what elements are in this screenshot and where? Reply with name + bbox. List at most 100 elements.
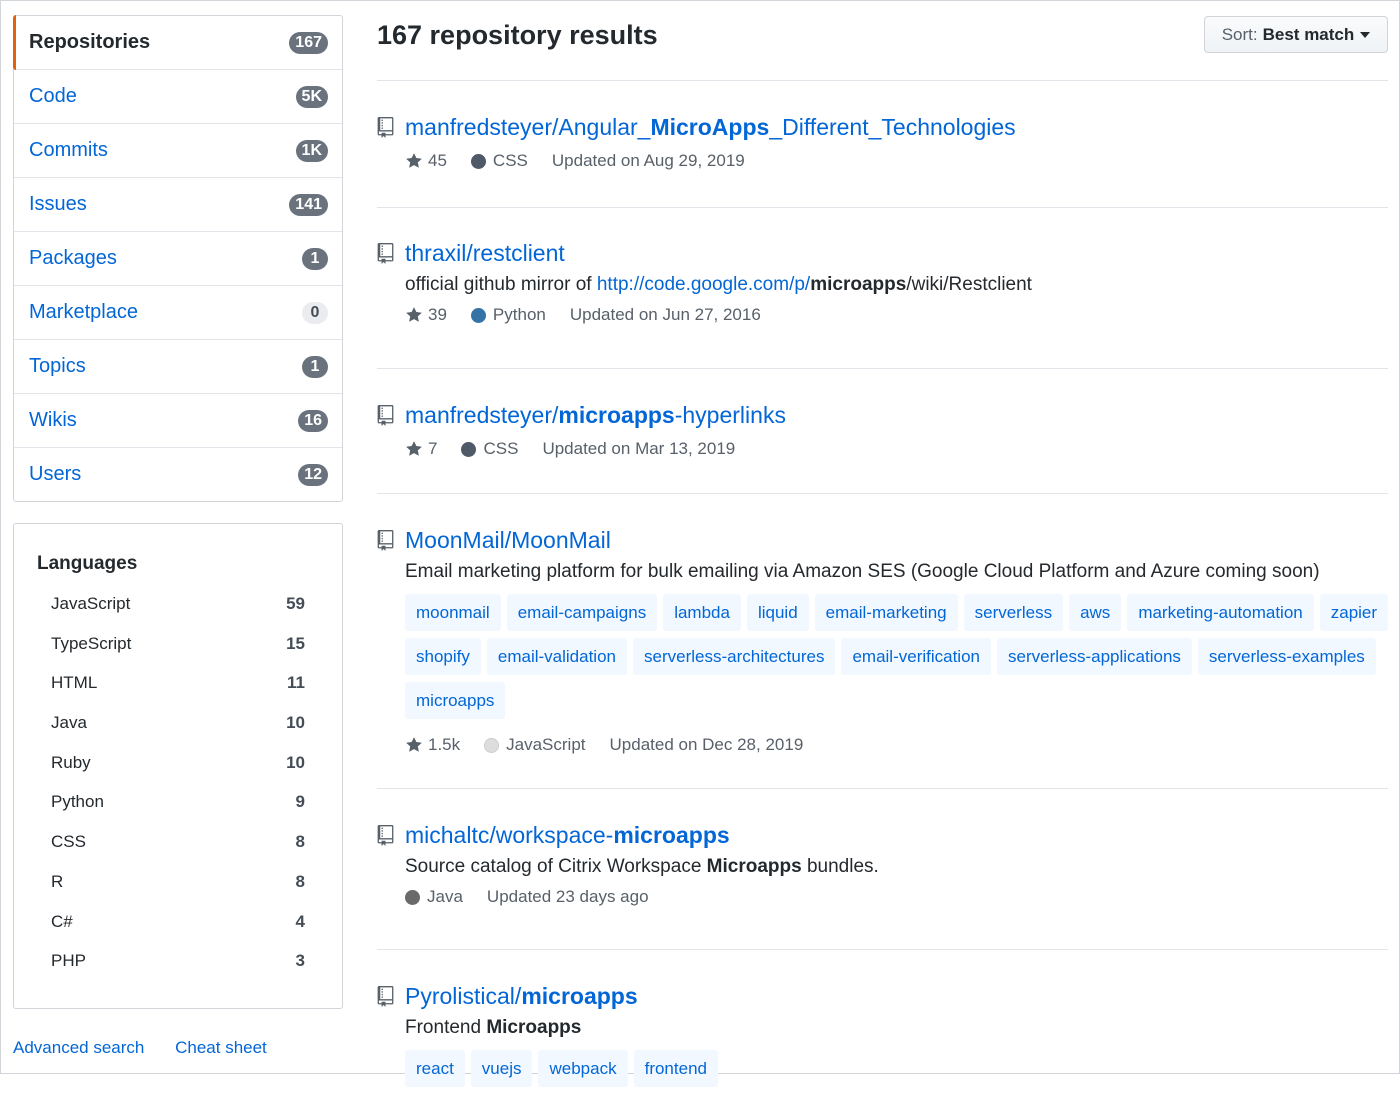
topic-tag[interactable]: serverless-architectures bbox=[633, 638, 836, 675]
language-count: 3 bbox=[295, 951, 305, 971]
repo-language: CSS bbox=[483, 439, 519, 458]
topic-tag[interactable]: react bbox=[405, 1050, 465, 1087]
language-filter-item[interactable]: CSS 8 bbox=[51, 832, 305, 872]
topic-tag[interactable]: moonmail bbox=[405, 594, 501, 631]
menu-item-wikis[interactable]: Wikis 16 bbox=[14, 394, 342, 448]
language-filter-item[interactable]: TypeScript 15 bbox=[51, 634, 305, 674]
count-badge: 141 bbox=[289, 193, 328, 216]
topic-tag[interactable]: aws bbox=[1069, 594, 1122, 631]
star-count[interactable]: 39 bbox=[428, 305, 447, 325]
description-link[interactable]: http://code.google.com/p/ bbox=[597, 274, 810, 295]
star-count[interactable]: 1.5k bbox=[428, 735, 460, 755]
topic-tag[interactable]: email-campaigns bbox=[506, 594, 658, 631]
repo-result: manfredsteyer/Angular_MicroApps_Differen… bbox=[377, 112, 1397, 172]
repo-title-row: michaltc/workspace-microapps bbox=[377, 820, 1397, 850]
repo-link[interactable]: michaltc/workspace-microapps bbox=[405, 822, 730, 849]
text-segment: official github mirror of bbox=[405, 274, 597, 295]
language-count: 4 bbox=[295, 911, 305, 931]
repo-meta: 45 CSS Updated on Aug 29, 2019 bbox=[405, 150, 1397, 172]
topic-tag[interactable]: webpack bbox=[538, 1050, 628, 1087]
language-filter-item[interactable]: JavaScript 59 bbox=[51, 594, 305, 634]
topic-tag[interactable]: microapps bbox=[405, 682, 506, 719]
menu-item-issues[interactable]: Issues 141 bbox=[14, 178, 342, 232]
repo-icon bbox=[377, 116, 394, 138]
topic-tag[interactable]: vuejs bbox=[470, 1050, 533, 1087]
highlight-text: microapps bbox=[558, 401, 675, 428]
topic-tag[interactable]: serverless-examples bbox=[1197, 638, 1376, 675]
repo-description: Source catalog of Citrix Workspace Micro… bbox=[405, 856, 1397, 878]
topic-tag[interactable]: email-validation bbox=[486, 638, 627, 675]
highlight-text: Microapps bbox=[486, 1017, 582, 1038]
sidebar-footer-links: Advanced search Cheat sheet bbox=[13, 1038, 293, 1058]
repo-icon bbox=[377, 242, 394, 264]
language-filter-item[interactable]: Python 9 bbox=[51, 792, 305, 832]
language-color-dot bbox=[484, 737, 500, 753]
language-filter-item[interactable]: PHP 3 bbox=[51, 951, 305, 991]
repo-icon bbox=[377, 529, 394, 551]
repo-icon bbox=[377, 985, 394, 1007]
topic-tag[interactable]: marketing-automation bbox=[1127, 594, 1314, 631]
star-icon bbox=[405, 440, 423, 458]
highlight-text: Microapps bbox=[706, 856, 802, 877]
menu-item-topics[interactable]: Topics 1 bbox=[14, 340, 342, 394]
updated-date: Updated 23 days ago bbox=[486, 887, 649, 906]
topic-tag[interactable]: serverless bbox=[963, 594, 1064, 631]
topic-tag[interactable]: serverless-applications bbox=[997, 638, 1192, 675]
text-segment: Pyrolistical/ bbox=[405, 982, 522, 1009]
repo-link[interactable]: manfredsteyer/microapps-hyperlinks bbox=[405, 402, 786, 429]
star-count[interactable]: 45 bbox=[428, 151, 447, 171]
text-segment: manfredsteyer/ bbox=[405, 401, 559, 428]
repo-description: Frontend Microapps bbox=[405, 1017, 1397, 1039]
language-filter-item[interactable]: HTML 11 bbox=[51, 673, 305, 713]
repo-link[interactable]: manfredsteyer/Angular_MicroApps_Differen… bbox=[405, 114, 1016, 141]
topic-tag[interactable]: shopify bbox=[405, 638, 481, 675]
highlight-text: microapps bbox=[810, 274, 907, 295]
results-count-heading: 167 repository results bbox=[377, 20, 658, 50]
language-filter-item[interactable]: C# 4 bbox=[51, 912, 305, 952]
topic-tag[interactable]: email-verification bbox=[841, 638, 991, 675]
repo-meta: Java Updated 23 days ago bbox=[405, 886, 1397, 908]
updated-date: Updated on Jun 27, 2016 bbox=[569, 305, 761, 324]
updated-date: Updated on Mar 13, 2019 bbox=[542, 439, 736, 458]
menu-item-repositories[interactable]: Repositories 167 bbox=[13, 15, 342, 70]
repo-result: MoonMail/MoonMail Email marketing platfor… bbox=[377, 525, 1397, 756]
menu-item-packages[interactable]: Packages 1 bbox=[14, 232, 342, 286]
menu-item-marketplace[interactable]: Marketplace 0 bbox=[14, 286, 342, 340]
topic-tag[interactable]: frontend bbox=[633, 1050, 718, 1087]
repo-link[interactable]: thraxil/restclient bbox=[405, 240, 565, 267]
topic-tag[interactable]: email-marketing bbox=[814, 594, 958, 631]
repo-icon bbox=[377, 404, 394, 426]
menu-item-label: Packages bbox=[29, 247, 117, 269]
menu-item-commits[interactable]: Commits 1K bbox=[14, 124, 342, 178]
menu-item-label: Wikis bbox=[29, 409, 77, 431]
language-filter-item[interactable]: R8 bbox=[51, 872, 305, 912]
menu-item-code[interactable]: Code 5K bbox=[14, 70, 342, 124]
sort-dropdown[interactable]: Sort: Best match bbox=[1204, 16, 1388, 53]
topic-tag[interactable]: zapier bbox=[1319, 594, 1389, 631]
count-badge: 1 bbox=[302, 355, 328, 378]
cheat-sheet-link[interactable]: Cheat sheet bbox=[175, 1038, 267, 1057]
repo-result: manfredsteyer/microapps-hyperlinks 7 CSS Up… bbox=[377, 400, 1397, 460]
language-count: 11 bbox=[287, 673, 305, 693]
star-count[interactable]: 7 bbox=[428, 439, 437, 459]
language-count: 8 bbox=[295, 871, 305, 891]
language-filter-item[interactable]: Java 10 bbox=[51, 713, 305, 753]
language-filter-item[interactable]: Ruby 10 bbox=[51, 753, 305, 793]
language-name: Ruby bbox=[51, 752, 91, 772]
advanced-search-link[interactable]: Advanced search bbox=[13, 1038, 144, 1057]
text-segment: thraxil/restclient bbox=[405, 239, 565, 266]
text-segment: bundles. bbox=[801, 856, 879, 877]
repo-language: JavaScript bbox=[506, 735, 586, 754]
count-badge: 1K bbox=[295, 139, 328, 162]
topic-tag[interactable]: liquid bbox=[746, 594, 809, 631]
star-icon bbox=[405, 152, 423, 170]
repo-link[interactable]: MoonMail/MoonMail bbox=[405, 527, 611, 554]
count-badge: 1 bbox=[302, 247, 328, 270]
caret-down-icon bbox=[1360, 31, 1371, 38]
topic-tag[interactable]: lambda bbox=[663, 594, 741, 631]
count-badge: 167 bbox=[289, 31, 328, 54]
text-segment: manfredsteyer/Angular_ bbox=[405, 113, 651, 140]
repo-link[interactable]: Pyrolistical/microapps bbox=[405, 983, 638, 1010]
text-segment: MoonMail/MoonMail bbox=[405, 526, 611, 553]
menu-item-users[interactable]: Users 12 bbox=[14, 448, 342, 501]
